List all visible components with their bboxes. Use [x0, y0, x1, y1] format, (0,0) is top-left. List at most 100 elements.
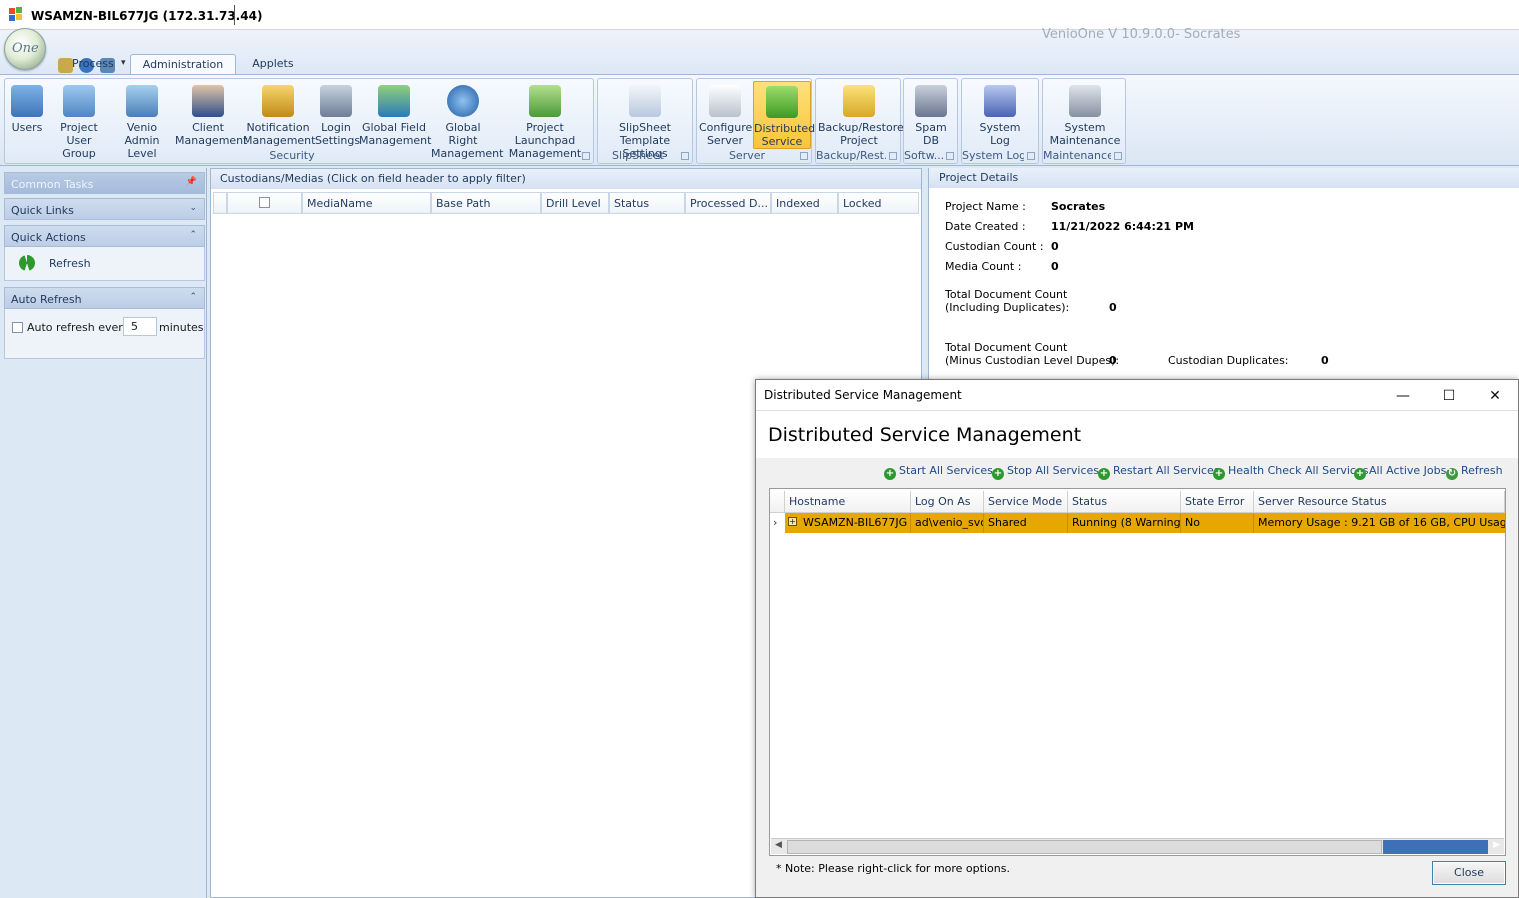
host-title: WSAMZN-BIL677JG (172.31.73.44): [31, 9, 263, 23]
dialog-refresh-button[interactable]: ↻ Refresh: [1446, 464, 1503, 480]
auto-refresh-checkbox[interactable]: [12, 322, 23, 333]
scrollbar-thumb[interactable]: [787, 840, 1382, 854]
ribbon-header: ▾ VenioOne V 10.9.0.0- Socrates Process …: [0, 27, 1519, 74]
group-label-backup: Backup/Rest...: [816, 149, 886, 162]
group-security: Users Project User Group Venio Admin Lev…: [4, 78, 594, 164]
minus-custodian-dupes-label: (Minus Custodian Level Dupes):: [945, 354, 1120, 367]
date-created-value: 11/21/2022 6:44:21 PM: [1051, 220, 1194, 233]
column-status[interactable]: Status: [1068, 491, 1181, 513]
group-maintenance: System Maintenance Maintenance: [1042, 78, 1126, 164]
column-processed-date[interactable]: Processed D...: [685, 192, 771, 214]
group-backup: Backup/Restore Project Backup/Rest...: [815, 78, 904, 164]
dialog-launcher-icon[interactable]: [946, 152, 954, 160]
dialog-launcher-icon[interactable]: [681, 152, 689, 160]
distributed-service-button[interactable]: Distributed Service: [753, 81, 815, 149]
all-active-jobs-button[interactable]: + All Active Jobs: [1354, 464, 1446, 480]
custodian-duplicates-label: Custodian Duplicates:: [1168, 354, 1289, 367]
dialog-window-title: Distributed Service Management: [764, 388, 962, 402]
minutes-label: minutes: [159, 321, 204, 334]
custodians-panel-title: Custodians/Medias (Click on field header…: [211, 169, 921, 189]
rocket-icon: [529, 85, 561, 117]
total-doc-count-value: 0: [1109, 301, 1117, 314]
row-indicator-header: [213, 192, 227, 214]
application-orb[interactable]: One: [4, 28, 46, 70]
close-icon[interactable]: ✕: [1472, 382, 1518, 410]
pin-icon[interactable]: 📌: [186, 177, 197, 187]
users-button[interactable]: Users: [7, 81, 47, 134]
scroll-left-icon[interactable]: ◀: [775, 840, 782, 850]
refresh-action[interactable]: Refresh: [49, 257, 91, 270]
dialog-title-bar: Distributed Service Management — ☐ ✕: [756, 380, 1518, 410]
backup-restore-project-button[interactable]: Backup/Restore Project: [818, 81, 904, 147]
project-name-label: Project Name :: [945, 200, 1026, 213]
dialog-launcher-icon[interactable]: [889, 152, 897, 160]
group-system-log: System Log System Log: [961, 78, 1039, 164]
title-bar: WSAMZN-BIL677JG (172.31.73.44): [0, 0, 1519, 30]
auto-refresh-interval-spinner[interactable]: 5: [123, 317, 157, 336]
scrollbar-track-highlight: [1383, 840, 1488, 854]
column-indexed[interactable]: Indexed: [771, 192, 838, 214]
column-log-on-as[interactable]: Log On As: [911, 491, 984, 513]
group-label-system-log: System Log: [962, 149, 1024, 162]
tab-process[interactable]: Process: [60, 54, 126, 74]
column-drill-level[interactable]: Drill Level: [541, 192, 609, 214]
column-media-name[interactable]: MediaName: [302, 192, 431, 214]
scroll-right-icon[interactable]: ▶: [1493, 840, 1500, 850]
configure-server-button[interactable]: Configure Server: [699, 81, 752, 147]
auto-refresh-label: Auto refresh every: [27, 321, 130, 334]
start-all-services-button[interactable]: + Start All Services: [884, 464, 993, 480]
horizontal-scrollbar[interactable]: ◀ ▶: [771, 838, 1504, 854]
services-grid: Hostname Log On As Service Mode Status S…: [769, 488, 1506, 856]
project-user-group-icon: [63, 85, 95, 117]
expand-icon[interactable]: +: [788, 517, 797, 526]
column-state-error[interactable]: State Error: [1181, 491, 1254, 513]
plus-icon: +: [1354, 468, 1366, 480]
backup-icon: [843, 85, 875, 117]
project-name-value: Socrates: [1051, 200, 1106, 213]
maximize-icon[interactable]: ☐: [1426, 382, 1472, 410]
system-maintenance-button[interactable]: System Maintenance: [1045, 81, 1125, 147]
including-duplicates-label: (Including Duplicates):: [945, 301, 1070, 314]
resource-status-cell: Memory Usage : 9.21 GB of 16 GB, CPU Usa…: [1258, 516, 1505, 529]
auto-refresh-header[interactable]: Auto Refresh ⌃: [4, 287, 205, 309]
select-all-header: [227, 192, 302, 214]
dialog-launcher-icon[interactable]: [1114, 152, 1122, 160]
dialog-heading: Distributed Service Management: [768, 424, 1082, 446]
stop-all-services-button[interactable]: + Stop All Services: [992, 464, 1099, 480]
field-icon: [378, 85, 410, 117]
quick-links-header[interactable]: Quick Links ⌄: [4, 198, 205, 220]
client-management-button[interactable]: Client Management: [175, 81, 247, 147]
column-base-path[interactable]: Base Path: [431, 192, 541, 214]
login-settings-button[interactable]: Login Settings: [315, 81, 360, 147]
total-doc-minus-value: 0: [1109, 354, 1117, 367]
auto-refresh-body: Auto refresh every 5 minutes: [4, 309, 205, 359]
row-indicator-header: [770, 491, 785, 513]
bell-icon: [262, 85, 294, 117]
quick-actions-header[interactable]: Quick Actions ⌃: [4, 225, 205, 247]
group-label-server: Server: [728, 149, 766, 162]
restart-all-services-button[interactable]: + Restart All Services: [1098, 464, 1220, 480]
refresh-icon: ↻: [1446, 468, 1458, 480]
column-server-resource-status[interactable]: Server Resource Status: [1254, 491, 1505, 513]
spam-db-button[interactable]: Spam DB: [906, 81, 956, 147]
dialog-launcher-icon[interactable]: [1027, 152, 1035, 160]
slipsheet-icon: [629, 85, 661, 117]
dialog-launcher-icon[interactable]: [800, 152, 808, 160]
plus-icon: +: [992, 468, 1004, 480]
tab-applets[interactable]: Applets: [240, 54, 305, 74]
select-all-checkbox[interactable]: [259, 197, 270, 208]
minimize-icon[interactable]: —: [1380, 382, 1426, 410]
group-label-slipsheet: SlipSheet: [612, 149, 664, 162]
health-check-all-services-button[interactable]: + Health Check All Services: [1213, 464, 1368, 480]
global-field-management-button[interactable]: Global Field Management: [359, 81, 431, 147]
notification-management-button[interactable]: Notification Management: [243, 81, 315, 147]
ribbon: Users Project User Group Venio Admin Lev…: [0, 74, 1519, 166]
dialog-launcher-icon[interactable]: [582, 152, 590, 160]
column-hostname[interactable]: Hostname: [785, 491, 911, 513]
tab-administration[interactable]: Administration: [129, 54, 237, 74]
column-locked[interactable]: Locked: [838, 192, 919, 214]
system-log-button[interactable]: System Log: [970, 81, 1030, 147]
column-status[interactable]: Status: [609, 192, 685, 214]
column-service-mode[interactable]: Service Mode: [984, 491, 1068, 513]
close-button[interactable]: Close: [1432, 861, 1506, 885]
